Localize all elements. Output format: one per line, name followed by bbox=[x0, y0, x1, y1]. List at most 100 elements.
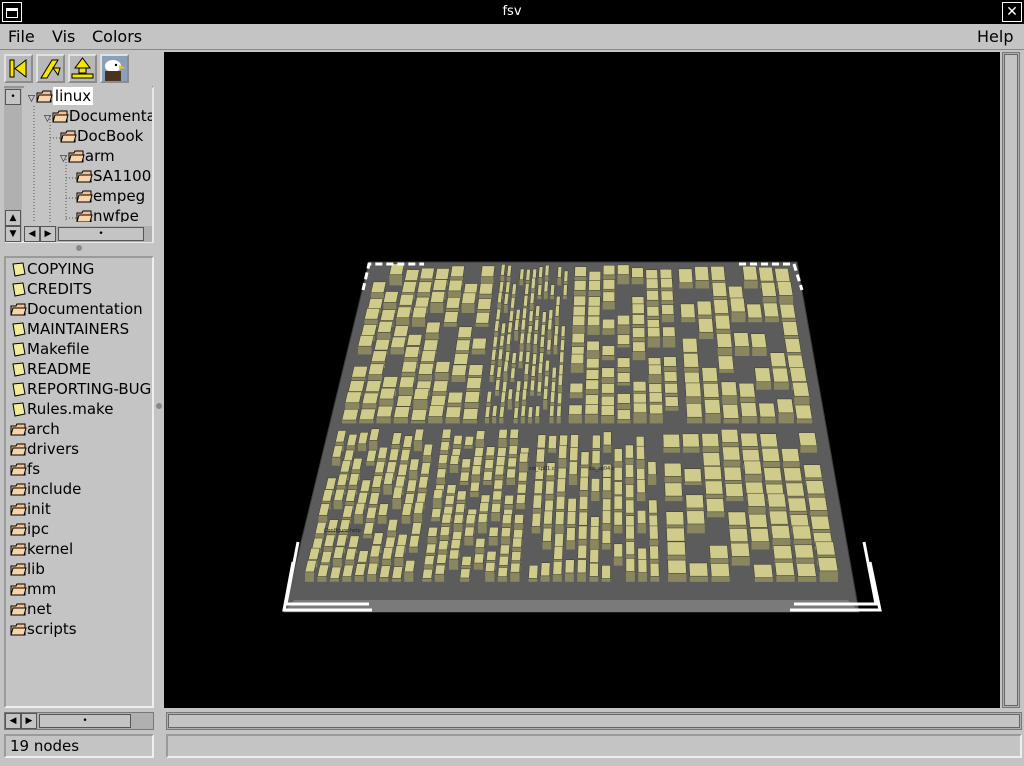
file-block[interactable] bbox=[665, 511, 685, 526]
file-block[interactable] bbox=[573, 280, 587, 291]
file-block[interactable] bbox=[590, 478, 600, 492]
file-block[interactable] bbox=[648, 392, 663, 403]
eagle-button[interactable] bbox=[100, 54, 129, 83]
file-block[interactable] bbox=[437, 540, 449, 551]
file-block[interactable] bbox=[557, 266, 563, 278]
file-block[interactable] bbox=[625, 541, 635, 556]
file-block[interactable] bbox=[434, 361, 451, 373]
list-item[interactable]: net bbox=[10, 599, 52, 619]
file-block[interactable] bbox=[469, 481, 480, 492]
file-block[interactable] bbox=[728, 528, 749, 542]
file-block[interactable] bbox=[536, 380, 543, 393]
file-block[interactable] bbox=[701, 433, 720, 447]
file-block[interactable] bbox=[664, 396, 679, 407]
list-item[interactable]: include bbox=[10, 479, 81, 499]
file-block[interactable] bbox=[367, 298, 384, 310]
file-block[interactable] bbox=[784, 338, 802, 353]
file-block[interactable] bbox=[776, 281, 794, 296]
file-block[interactable] bbox=[587, 315, 601, 326]
file-block[interactable] bbox=[381, 547, 394, 560]
file-block[interactable] bbox=[519, 268, 525, 281]
file-block[interactable] bbox=[740, 402, 758, 417]
file-block[interactable] bbox=[427, 405, 445, 417]
file-block[interactable] bbox=[577, 544, 588, 559]
file-block[interactable] bbox=[591, 434, 601, 449]
expander-triangle-icon[interactable]: ▽ bbox=[60, 154, 67, 164]
file-block[interactable] bbox=[443, 311, 459, 323]
file-block[interactable] bbox=[805, 480, 826, 495]
file-block[interactable] bbox=[507, 457, 518, 468]
file-block[interactable] bbox=[574, 266, 587, 277]
file-block[interactable] bbox=[430, 395, 447, 407]
file-block[interactable] bbox=[453, 513, 464, 524]
file-block[interactable] bbox=[472, 456, 483, 466]
file-block[interactable] bbox=[586, 340, 600, 352]
file-block[interactable] bbox=[613, 495, 623, 510]
file-block[interactable] bbox=[364, 380, 382, 392]
pane-splitter-handle[interactable] bbox=[76, 245, 82, 251]
file-block[interactable] bbox=[444, 495, 455, 505]
file-block[interactable] bbox=[503, 293, 510, 305]
file-block[interactable] bbox=[791, 525, 812, 540]
file-block[interactable] bbox=[403, 346, 421, 358]
file-block[interactable] bbox=[780, 448, 801, 462]
file-block[interactable] bbox=[532, 333, 539, 345]
file-block[interactable] bbox=[787, 497, 808, 512]
file-block[interactable] bbox=[519, 332, 525, 345]
file-block[interactable] bbox=[542, 527, 553, 542]
file-block[interactable] bbox=[378, 387, 396, 400]
file-block[interactable] bbox=[722, 446, 741, 461]
file-block[interactable] bbox=[682, 433, 700, 448]
file-block[interactable] bbox=[513, 514, 525, 524]
file-block[interactable] bbox=[488, 526, 499, 537]
file-block[interactable] bbox=[716, 333, 733, 348]
file-block[interactable] bbox=[515, 494, 526, 504]
file-block[interactable] bbox=[554, 511, 565, 525]
file-block[interactable] bbox=[464, 526, 475, 537]
file-block[interactable] bbox=[636, 479, 646, 494]
file-block[interactable] bbox=[680, 303, 696, 319]
file-block[interactable] bbox=[379, 309, 396, 321]
file-block[interactable] bbox=[449, 454, 460, 465]
file-block[interactable] bbox=[686, 510, 706, 525]
list-item[interactable]: Makefile bbox=[10, 339, 89, 359]
file-block[interactable] bbox=[703, 466, 723, 480]
file-block[interactable] bbox=[678, 268, 694, 284]
file-block[interactable] bbox=[447, 391, 464, 404]
file-block[interactable] bbox=[601, 395, 615, 407]
file-block[interactable] bbox=[537, 284, 543, 296]
tree-scroll-right-button[interactable]: ▶ bbox=[40, 226, 56, 242]
file-block[interactable] bbox=[541, 311, 547, 323]
file-block[interactable] bbox=[505, 333, 512, 346]
file-block[interactable] bbox=[771, 367, 790, 383]
file-block[interactable] bbox=[540, 562, 551, 577]
file-block[interactable] bbox=[397, 463, 409, 476]
file-block[interactable] bbox=[513, 319, 520, 331]
file-block[interactable] bbox=[753, 564, 774, 578]
file-block[interactable] bbox=[491, 405, 498, 417]
file-block[interactable] bbox=[376, 405, 394, 418]
file-block[interactable] bbox=[462, 408, 479, 420]
file-block[interactable] bbox=[512, 529, 524, 539]
file-block[interactable] bbox=[645, 269, 659, 280]
list-item[interactable]: fs bbox=[10, 459, 40, 479]
file-block[interactable] bbox=[685, 494, 705, 509]
file-block[interactable] bbox=[422, 568, 434, 579]
file-block[interactable] bbox=[549, 391, 556, 403]
file-block[interactable] bbox=[492, 490, 503, 501]
file-block[interactable] bbox=[661, 304, 675, 315]
file-block[interactable] bbox=[568, 461, 578, 475]
file-block[interactable] bbox=[545, 480, 555, 495]
file-block[interactable] bbox=[711, 282, 728, 297]
file-block[interactable] bbox=[750, 333, 767, 348]
file-block[interactable] bbox=[625, 558, 636, 572]
file-block[interactable] bbox=[566, 527, 576, 542]
file-block[interactable] bbox=[480, 265, 496, 277]
file-block[interactable] bbox=[720, 381, 738, 396]
list-item[interactable]: Rules.make bbox=[10, 399, 113, 419]
file-block[interactable] bbox=[572, 305, 586, 317]
file-block[interactable] bbox=[754, 367, 772, 382]
file-block[interactable] bbox=[556, 478, 566, 493]
file-block[interactable] bbox=[526, 332, 532, 344]
file-block[interactable] bbox=[647, 461, 657, 475]
